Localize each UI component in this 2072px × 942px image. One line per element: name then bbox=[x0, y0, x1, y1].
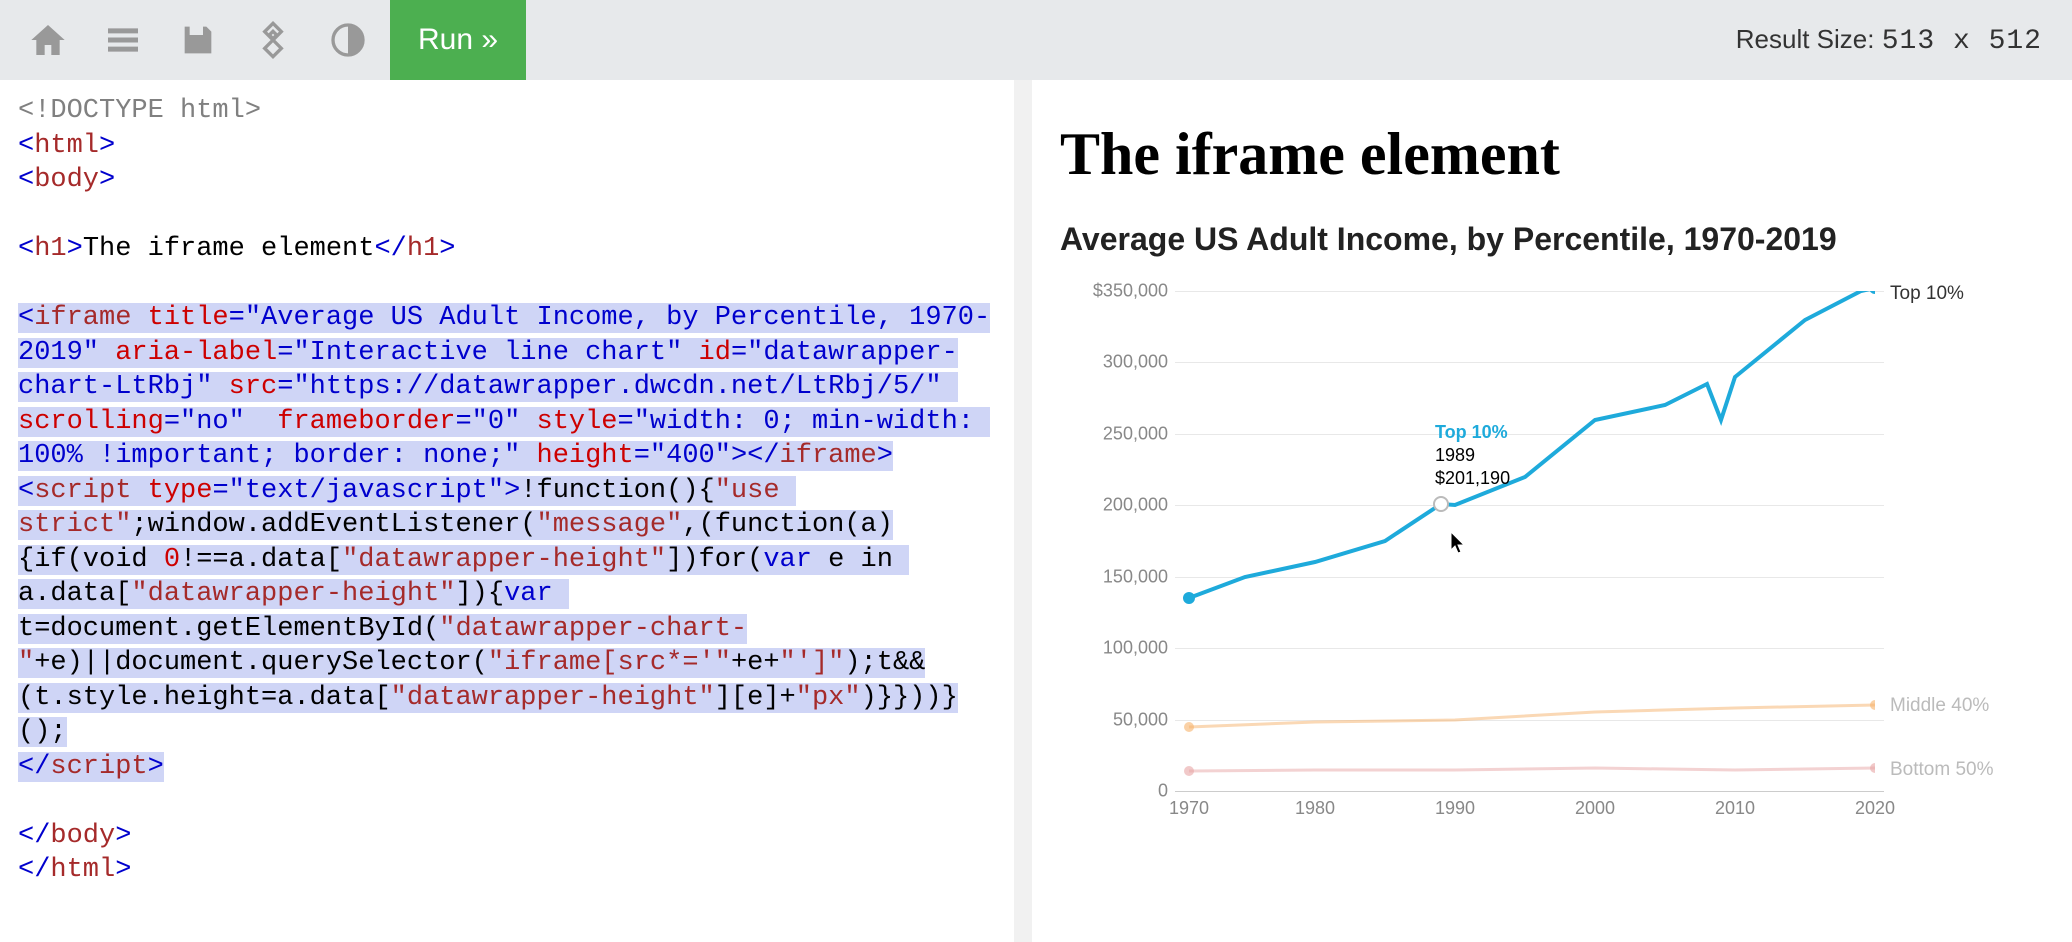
series-label-top10: Top 10% bbox=[1890, 283, 1964, 305]
series-label-bot50: Bottom 50% bbox=[1890, 759, 1994, 781]
x-tick: 1970 bbox=[1169, 798, 1209, 819]
y-tick: 150,000 bbox=[1103, 566, 1168, 587]
run-button[interactable]: Run » bbox=[390, 0, 526, 80]
y-tick: 100,000 bbox=[1103, 637, 1168, 658]
x-tick: 2010 bbox=[1715, 798, 1755, 819]
cursor-icon bbox=[1450, 531, 1468, 561]
theme-icon[interactable] bbox=[310, 0, 385, 80]
preview-pane: The iframe element Average US Adult Inco… bbox=[1032, 80, 2072, 942]
home-icon[interactable] bbox=[10, 0, 85, 80]
y-tick: 200,000 bbox=[1103, 494, 1168, 515]
x-tick: 1980 bbox=[1295, 798, 1335, 819]
y-tick: 250,000 bbox=[1103, 423, 1168, 444]
code-editor[interactable]: <!DOCTYPE html> <html> <body> <h1>The if… bbox=[0, 80, 1032, 942]
y-tick: 50,000 bbox=[1113, 709, 1168, 730]
chart[interactable]: $350,000 300,000 250,000 200,000 150,000… bbox=[1060, 291, 2044, 791]
y-tick: 300,000 bbox=[1103, 351, 1168, 372]
save-icon[interactable] bbox=[160, 0, 235, 80]
rotate-icon[interactable] bbox=[235, 0, 310, 80]
y-tick: $350,000 bbox=[1093, 280, 1168, 301]
y-tick: 0 bbox=[1158, 780, 1168, 801]
result-size-label: Result Size: 513 x 512 bbox=[1736, 24, 2062, 57]
chart-tooltip: Top 10% 1989 $201,190 bbox=[1435, 421, 1510, 491]
x-tick: 1990 bbox=[1435, 798, 1475, 819]
chart-hover-marker bbox=[1433, 496, 1449, 512]
main-split: <!DOCTYPE html> <html> <body> <h1>The if… bbox=[0, 80, 2072, 942]
series-label-mid40: Middle 40% bbox=[1890, 695, 1989, 717]
x-tick: 2020 bbox=[1855, 798, 1895, 819]
menu-icon[interactable] bbox=[85, 0, 160, 80]
chart-lines bbox=[1175, 291, 1875, 791]
page-title: The iframe element bbox=[1060, 120, 2044, 189]
x-tick: 2000 bbox=[1575, 798, 1615, 819]
chart-title: Average US Adult Income, by Percentile, … bbox=[1060, 219, 2044, 261]
toolbar: Run » Result Size: 513 x 512 bbox=[0, 0, 2072, 80]
